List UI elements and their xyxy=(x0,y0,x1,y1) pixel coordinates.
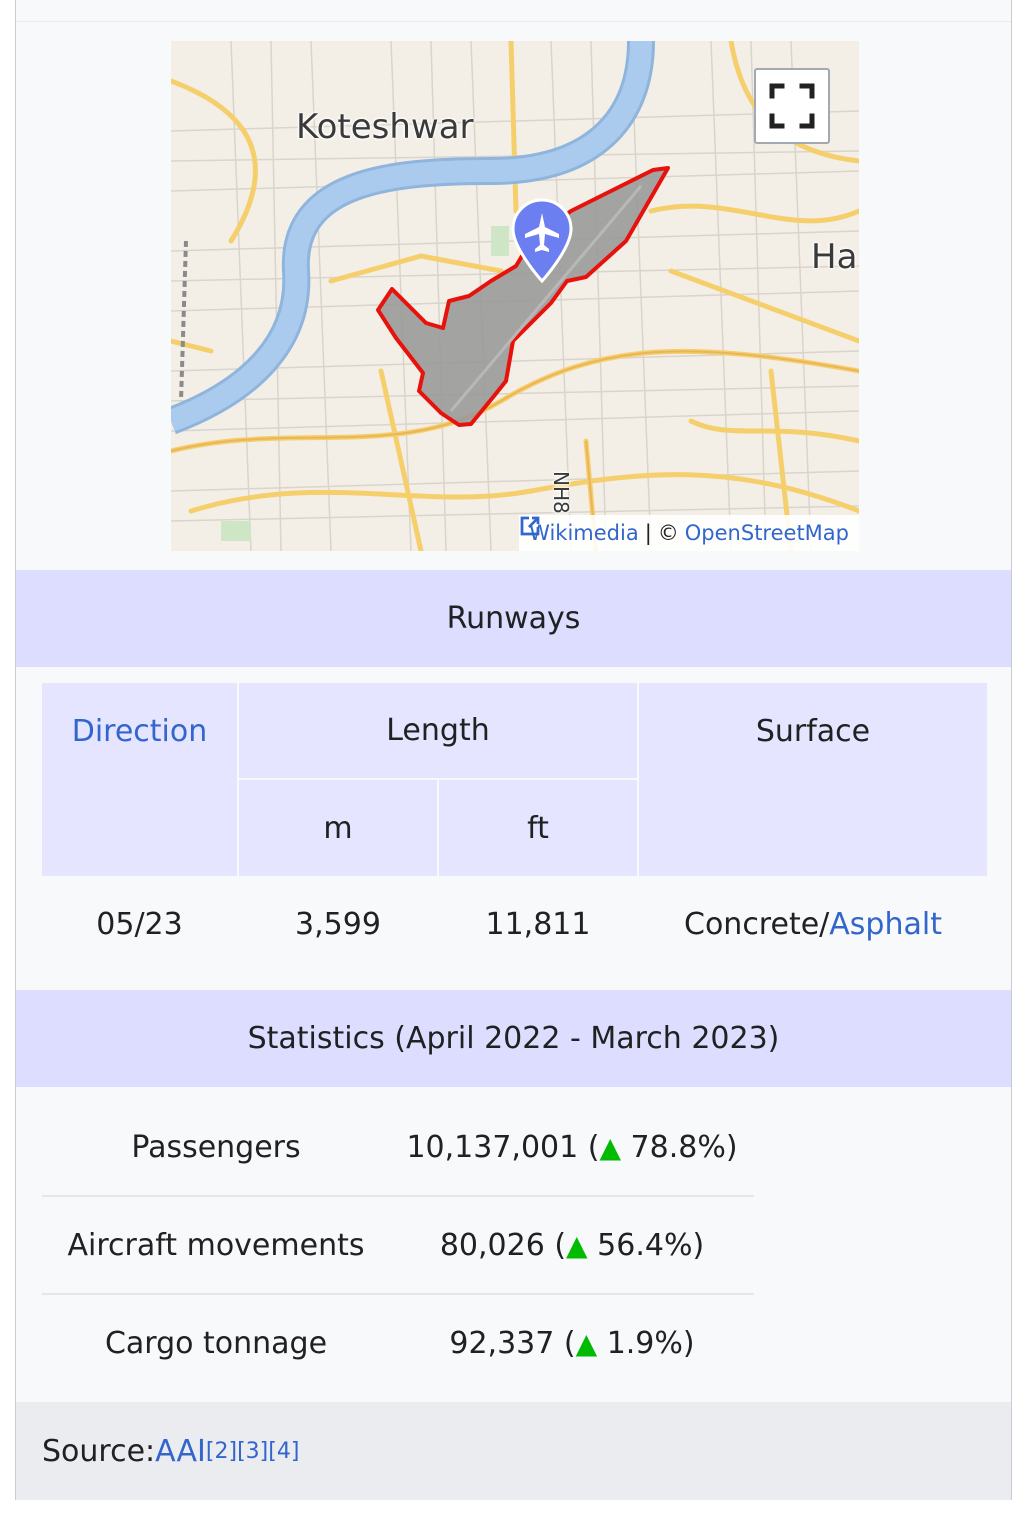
map-label-koteshwar: Koteshwar xyxy=(296,107,474,147)
external-link-icon xyxy=(520,516,540,536)
stat-value-cargo: 92,337 (▲ 1.9%) xyxy=(449,1325,695,1361)
copyright-symbol: © xyxy=(657,521,679,545)
map-label-ha: Ha xyxy=(811,237,858,277)
surface-concrete: Concrete/ xyxy=(684,907,830,942)
airport-marker-icon[interactable] xyxy=(509,197,575,285)
source-footer: Source: AAI [2] [3] [4] xyxy=(16,1402,1011,1500)
airport-location-map[interactable]: Koteshwar Ha NH8 Wikimedia | © OpenStree… xyxy=(171,41,859,551)
map-label-nh8: NH8 xyxy=(549,471,573,514)
stat-label-aircraft: Aircraft movements xyxy=(67,1227,365,1263)
map-attribution: Wikimedia | © OpenStreetMap xyxy=(519,515,859,551)
surface-header: Surface xyxy=(639,683,987,779)
runway-length-m: 3,599 xyxy=(295,907,381,942)
source-label: Source: xyxy=(42,1433,156,1469)
runways-header: Runways xyxy=(16,570,1011,667)
runway-surface: Concrete/Asphalt xyxy=(639,876,987,973)
direction-header-fill xyxy=(42,779,237,876)
meters-header: m xyxy=(239,780,437,876)
surface-header-fill xyxy=(639,779,987,876)
attribution-separator: | xyxy=(644,521,652,545)
reference-3[interactable]: [3] xyxy=(237,1439,268,1464)
length-header: Length xyxy=(239,683,637,778)
aai-link[interactable]: AAI xyxy=(155,1434,206,1469)
stat-value-passengers: 10,137,001 (▲ 78.8%) xyxy=(406,1129,738,1165)
openstreetmap-link[interactable]: OpenStreetMap xyxy=(685,521,849,545)
feet-header: ft xyxy=(439,780,637,876)
asphalt-link[interactable]: Asphalt xyxy=(829,907,942,942)
runway-direction: 05/23 xyxy=(96,907,183,942)
top-divider xyxy=(16,21,1011,22)
direction-header-link[interactable]: Direction xyxy=(42,683,237,779)
statistics-header: Statistics (April 2022 - March 2023) xyxy=(16,990,1011,1087)
increase-icon: ▲ xyxy=(566,1228,588,1262)
airport-infobox: Koteshwar Ha NH8 Wikimedia | © OpenStree… xyxy=(15,0,1012,1500)
increase-icon: ▲ xyxy=(575,1326,598,1360)
reference-2[interactable]: [2] xyxy=(206,1439,237,1464)
wikimedia-link[interactable]: Wikimedia xyxy=(529,521,639,545)
runway-length-ft: 11,811 xyxy=(485,907,591,942)
stat-value-aircraft: 80,026 (▲ 56.4%) xyxy=(439,1227,705,1263)
reference-4[interactable]: [4] xyxy=(268,1439,299,1464)
stat-label-passengers: Passengers xyxy=(131,1129,301,1165)
increase-icon: ▲ xyxy=(599,1130,621,1164)
fullscreen-icon xyxy=(769,83,815,129)
stat-label-cargo: Cargo tonnage xyxy=(104,1325,328,1361)
fullscreen-button[interactable] xyxy=(754,68,830,144)
